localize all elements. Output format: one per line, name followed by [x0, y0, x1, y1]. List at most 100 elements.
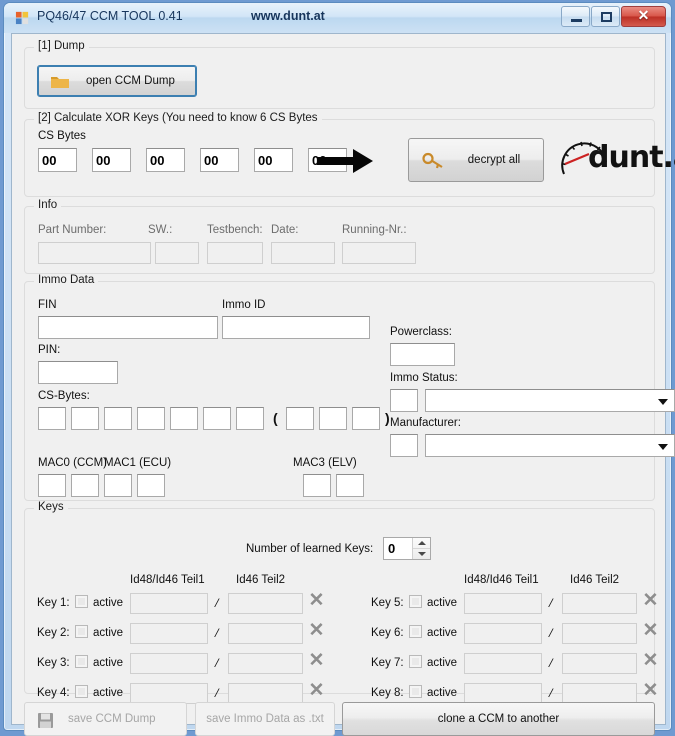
immo-id-input[interactable]: [222, 316, 370, 339]
key-5-teil1-input[interactable]: [464, 593, 542, 614]
key-2-teil2-input[interactable]: [228, 623, 303, 644]
mac0-input-1[interactable]: [38, 474, 66, 497]
cs-byte-input-5[interactable]: 00: [254, 148, 293, 172]
testbench-input[interactable]: [207, 242, 263, 264]
title-bar[interactable]: PQ46/47 CCM TOOL 0.41 www.dunt.at ✕: [4, 3, 671, 33]
part-number-input[interactable]: [38, 242, 151, 264]
key-6-delete-button[interactable]: ✕: [642, 623, 659, 640]
key-3-active-label: active: [93, 657, 123, 669]
close-icon: ✕: [622, 7, 665, 26]
key-6-active-checkbox[interactable]: [409, 625, 422, 638]
powerclass-label: Powerclass:: [390, 326, 452, 338]
spinner-down-button[interactable]: [413, 549, 430, 559]
floppy-disk-icon: [37, 712, 54, 729]
key-4-teil1-input[interactable]: [130, 683, 208, 704]
immo-cs-byte-7[interactable]: [236, 407, 264, 430]
manufacturer-code-input[interactable]: [390, 434, 418, 457]
key-3-active-checkbox[interactable]: [75, 655, 88, 668]
sw-input[interactable]: [155, 242, 199, 264]
key-6-label: Key 6:: [371, 627, 404, 639]
key-3-teil2-input[interactable]: [228, 653, 303, 674]
mac1-input-1[interactable]: [104, 474, 132, 497]
immo-cs-byte-2[interactable]: [71, 407, 99, 430]
key-4-delete-button[interactable]: ✕: [308, 683, 325, 700]
immo-cs-byte-5[interactable]: [170, 407, 198, 430]
key-6-teil2-input[interactable]: [562, 623, 637, 644]
decrypt-all-button[interactable]: decrypt all: [408, 138, 544, 182]
cs-byte-input-1[interactable]: 00: [38, 148, 77, 172]
key-1-teil1-input[interactable]: [130, 593, 208, 614]
spinner-arrows[interactable]: [412, 538, 430, 559]
key-7-delete-button[interactable]: ✕: [642, 653, 659, 670]
immo-cs-byte-6[interactable]: [203, 407, 231, 430]
spinner-up-button[interactable]: [413, 538, 430, 549]
mac3-input-2[interactable]: [336, 474, 364, 497]
key-1-separator: /: [215, 595, 219, 611]
cs-byte-input-2[interactable]: 00: [92, 148, 131, 172]
key-1-active-checkbox[interactable]: [75, 595, 88, 608]
minimize-button[interactable]: [561, 6, 590, 27]
right-col2-header: Id46 Teil2: [570, 574, 619, 586]
immo-status-code-input[interactable]: [390, 389, 418, 412]
key-1-delete-button[interactable]: ✕: [308, 593, 325, 610]
key-1-teil2-input[interactable]: [228, 593, 303, 614]
close-button[interactable]: ✕: [621, 6, 666, 27]
save-ccm-dump-button[interactable]: save CCM Dump: [24, 702, 187, 736]
key-3-separator: /: [215, 655, 219, 671]
key-3-teil1-input[interactable]: [130, 653, 208, 674]
key-5-teil2-input[interactable]: [562, 593, 637, 614]
key-8-teil1-input[interactable]: [464, 683, 542, 704]
key-5-active-checkbox[interactable]: [409, 595, 422, 608]
cs-byte-input-4[interactable]: 00: [200, 148, 239, 172]
key-4-teil2-input[interactable]: [228, 683, 303, 704]
fin-input[interactable]: [38, 316, 218, 339]
immo-cs-byte-1[interactable]: [38, 407, 66, 430]
folder-icon: [50, 74, 70, 90]
key-7-teil2-input[interactable]: [562, 653, 637, 674]
clone-ccm-button[interactable]: clone a CCM to another: [342, 702, 655, 736]
open-ccm-dump-button[interactable]: open CCM Dump: [37, 65, 197, 97]
mac0-input-2[interactable]: [71, 474, 99, 497]
mac3-input-1[interactable]: [303, 474, 331, 497]
date-input[interactable]: [271, 242, 335, 264]
dump-group-caption: [1] Dump: [34, 40, 89, 52]
key-icon: [422, 152, 444, 170]
chevron-up-icon: [418, 541, 426, 545]
key-8-delete-button[interactable]: ✕: [642, 683, 659, 700]
key-6-teil1-input[interactable]: [464, 623, 542, 644]
immo-status-dropdown[interactable]: [425, 389, 675, 412]
key-2-delete-button[interactable]: ✕: [308, 623, 325, 640]
key-8-active-checkbox[interactable]: [409, 685, 422, 698]
save-immo-data-label: save Immo Data as .txt: [206, 713, 324, 725]
dunt-logo: dunt.at: [556, 132, 675, 184]
cs-bytes-immo-label: CS-Bytes:: [38, 390, 90, 402]
chevron-down-icon: [658, 399, 668, 405]
manufacturer-dropdown[interactable]: [425, 434, 675, 457]
immo-cs-paren-byte-3[interactable]: [352, 407, 380, 430]
running-nr-label: Running-Nr.:: [342, 224, 407, 236]
immo-cs-paren-byte-1[interactable]: [286, 407, 314, 430]
key-5-delete-button[interactable]: ✕: [642, 593, 659, 610]
key-8-active-label: active: [427, 687, 457, 699]
key-7-active-checkbox[interactable]: [409, 655, 422, 668]
immo-cs-paren-byte-2[interactable]: [319, 407, 347, 430]
key-4-active-checkbox[interactable]: [75, 685, 88, 698]
save-immo-data-button[interactable]: save Immo Data as .txt: [195, 702, 335, 736]
mac1-input-2[interactable]: [137, 474, 165, 497]
cs-byte-input-3[interactable]: 00: [146, 148, 185, 172]
key-6-active-label: active: [427, 627, 457, 639]
key-2-teil1-input[interactable]: [130, 623, 208, 644]
running-nr-input[interactable]: [342, 242, 416, 264]
powerclass-input[interactable]: [390, 343, 455, 366]
sw-label: SW.:: [148, 224, 172, 236]
key-8-teil2-input[interactable]: [562, 683, 637, 704]
learned-keys-spinner[interactable]: 0: [383, 537, 431, 560]
key-2-active-checkbox[interactable]: [75, 625, 88, 638]
maximize-button[interactable]: [591, 6, 620, 27]
immo-cs-byte-4[interactable]: [137, 407, 165, 430]
key-3-delete-button[interactable]: ✕: [308, 653, 325, 670]
key-7-teil1-input[interactable]: [464, 653, 542, 674]
immo-cs-byte-3[interactable]: [104, 407, 132, 430]
key-7-separator: /: [549, 655, 553, 671]
pin-input[interactable]: [38, 361, 118, 384]
